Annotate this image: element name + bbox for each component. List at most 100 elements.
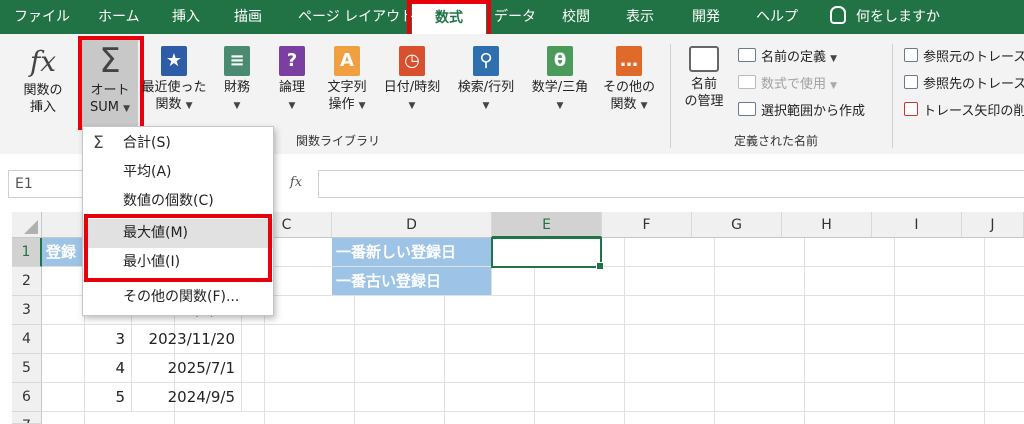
cell-b4[interactable]: 2023/11/20 xyxy=(132,325,242,354)
star-icon: ★ xyxy=(161,46,187,76)
insert-function-button[interactable]: fx 関数の 挿入 xyxy=(12,42,74,116)
name-manager-label-1: 名前 xyxy=(690,77,717,92)
define-name-button[interactable]: 名前の定義 ▼ xyxy=(738,46,837,65)
column-header-j[interactable]: J xyxy=(962,212,1024,238)
tab-data[interactable]: データ xyxy=(494,0,536,34)
text-a-icon: A xyxy=(334,46,360,76)
text-label-1: 文字列 xyxy=(327,80,367,95)
datetime-button[interactable]: ◷ 日付/時刻 ▼ xyxy=(376,46,448,115)
recent-label-2: 関数 xyxy=(155,97,182,112)
logical-button[interactable]: ? 論理 ▼ xyxy=(268,46,316,115)
fx-icon[interactable]: fx xyxy=(278,170,314,196)
remove-arrows-label: トレース矢印の削除 xyxy=(923,104,1024,119)
ellipsis-book-icon: … xyxy=(616,46,642,76)
cell-d1[interactable]: 一番新しい登録日 xyxy=(332,238,492,267)
lookup-label: 検索/行列 xyxy=(457,80,515,95)
financial-button[interactable]: ≡ 財務 ▼ xyxy=(212,46,262,115)
defined-names-group-label: 定義された名前 xyxy=(734,134,819,148)
cell-b6[interactable]: 2024/9/5 xyxy=(132,383,242,412)
tab-review[interactable]: 校閲 xyxy=(562,0,590,34)
datetime-label: 日付/時刻 xyxy=(383,80,441,95)
tab-help[interactable]: ヘルプ xyxy=(756,0,798,34)
cell-b5[interactable]: 2025/7/1 xyxy=(132,354,242,383)
insert-function-label-1: 関数の xyxy=(23,83,63,98)
menu-item-sum[interactable]: Σ 合計(S) xyxy=(83,129,273,158)
tag-icon xyxy=(738,48,756,62)
tab-insert[interactable]: 挿入 xyxy=(172,0,200,34)
logical-label: 論理 xyxy=(278,80,305,95)
name-box[interactable]: E1 xyxy=(8,170,86,198)
cell-a4[interactable]: 3 xyxy=(42,325,132,354)
name-manager-icon xyxy=(689,46,719,72)
tab-view[interactable]: 表示 xyxy=(626,0,654,34)
row-header-5[interactable]: 5 xyxy=(12,354,42,383)
trace-dependents-button[interactable]: 参照先のトレース xyxy=(904,73,1024,92)
theta-icon: θ xyxy=(547,46,573,76)
tab-file[interactable]: ファイル xyxy=(14,0,70,34)
row-header-1[interactable]: 1 xyxy=(12,238,42,267)
cell-d2[interactable]: 一番古い登録日 xyxy=(332,267,492,296)
text-button[interactable]: A 文字列 操作 ▼ xyxy=(318,46,376,115)
column-header-d[interactable]: D xyxy=(332,212,492,238)
text-label-2: 操作 xyxy=(328,97,355,112)
tab-home[interactable]: ホーム xyxy=(98,0,140,34)
more-functions-label-2: 関数 xyxy=(610,97,637,112)
column-header-f[interactable]: F xyxy=(602,212,692,238)
cell-e1-selected[interactable] xyxy=(491,237,604,270)
tab-draw[interactable]: 描画 xyxy=(234,0,262,34)
column-header-h[interactable]: H xyxy=(782,212,872,238)
math-button[interactable]: θ 数学/三角 ▼ xyxy=(524,46,596,115)
menu-item-count[interactable]: 数値の個数(C) xyxy=(83,187,273,216)
fx-small-icon xyxy=(738,75,756,89)
search-box[interactable]: 何をしますか xyxy=(830,0,940,34)
trace-precedents-button[interactable]: 参照元のトレース xyxy=(904,46,1024,65)
trace-dependents-icon xyxy=(904,75,918,89)
row-header-2[interactable]: 2 xyxy=(12,267,42,296)
create-from-selection-button[interactable]: 選択範囲から作成 xyxy=(738,100,865,119)
grid-icon xyxy=(738,102,756,116)
tab-developer[interactable]: 開発 xyxy=(692,0,720,34)
formula-input[interactable] xyxy=(318,170,1024,198)
trace-precedents-icon xyxy=(904,48,918,62)
calendar-clock-icon: ◷ xyxy=(399,46,425,76)
remove-arrows-icon xyxy=(904,102,918,116)
lookup-button[interactable]: ⚲ 検索/行列 ▼ xyxy=(450,46,522,115)
average-label: 平均(A) xyxy=(123,164,172,180)
row-header-3[interactable]: 3 xyxy=(12,296,42,325)
sum-label: 合計(S) xyxy=(123,135,171,151)
question-icon: ? xyxy=(279,46,305,76)
recent-functions-button[interactable]: ★ 最近使った 関数 ▼ xyxy=(140,46,208,115)
cell-a5[interactable]: 4 xyxy=(42,354,132,383)
tab-page-layout[interactable]: ページ レイアウト xyxy=(298,0,414,34)
use-in-formula-label: 数式で使用 xyxy=(761,77,827,92)
lightbulb-icon xyxy=(830,6,846,24)
remove-arrows-button[interactable]: トレース矢印の削除 xyxy=(904,100,1024,119)
function-library-group-label: 関数ライブラリ xyxy=(296,134,381,148)
use-in-formula-button[interactable]: 数式で使用 ▼ xyxy=(738,73,837,92)
column-header-g[interactable]: G xyxy=(692,212,782,238)
menu-item-average[interactable]: 平均(A) xyxy=(83,158,273,187)
more-functions-label-1: その他の xyxy=(602,80,655,95)
name-manager-button[interactable]: 名前 の管理 xyxy=(678,46,730,110)
row-header-7[interactable]: 7 xyxy=(12,412,42,424)
row-header-6[interactable]: 6 xyxy=(12,383,42,412)
select-all-corner[interactable] xyxy=(12,212,42,238)
create-from-selection-label: 選択範囲から作成 xyxy=(761,104,866,119)
more-functions-button[interactable]: … その他の 関数 ▼ xyxy=(598,46,660,115)
column-header-e[interactable]: E xyxy=(492,212,602,238)
coins-icon: ≡ xyxy=(224,46,250,76)
magnifier-icon: ⚲ xyxy=(473,46,499,76)
financial-label: 財務 xyxy=(223,80,250,95)
max-min-highlight xyxy=(84,214,272,282)
fx-icon: fx xyxy=(29,45,57,78)
column-header-i[interactable]: I xyxy=(872,212,962,238)
insert-function-label-2: 挿入 xyxy=(29,100,56,115)
group-separator-2 xyxy=(892,44,893,148)
group-separator xyxy=(670,44,671,148)
cell-a6[interactable]: 5 xyxy=(42,383,132,412)
menu-item-more-functions[interactable]: その他の関数(F)... xyxy=(83,283,273,312)
row-header-4[interactable]: 4 xyxy=(12,325,42,354)
fill-handle[interactable] xyxy=(596,262,604,270)
sigma-small-icon: Σ xyxy=(93,133,104,153)
more-functions-menu-label: その他の関数(F)... xyxy=(123,289,240,305)
